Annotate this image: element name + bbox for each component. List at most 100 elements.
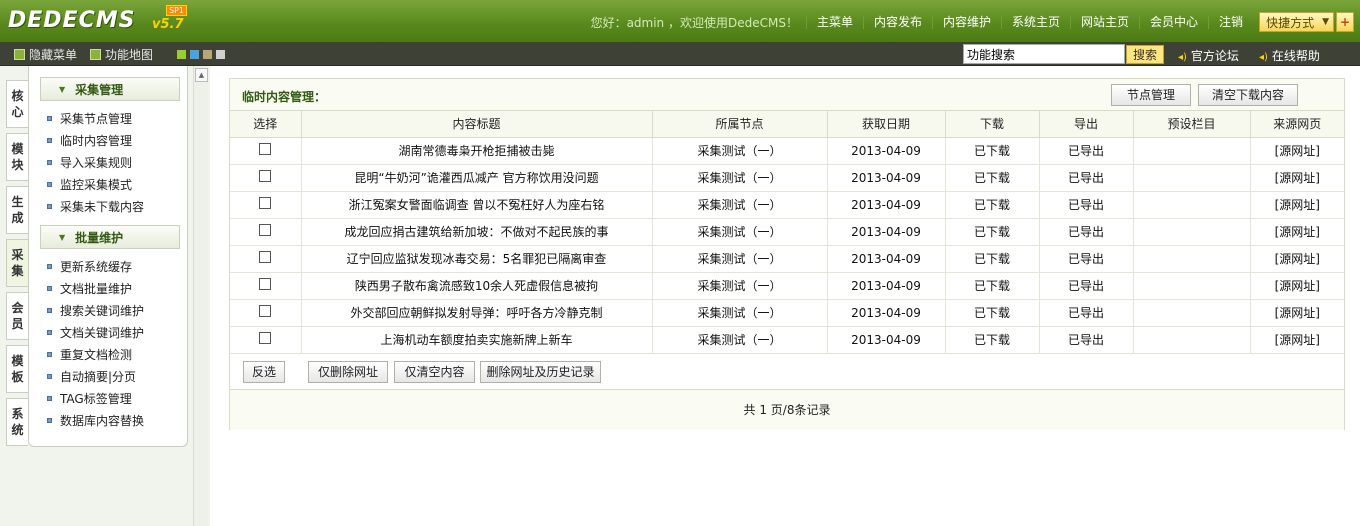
sidebar-item-search-keywords[interactable]: 搜索关键词维护 bbox=[47, 299, 187, 321]
tab-member[interactable]: 会员 bbox=[6, 292, 28, 340]
source-link[interactable]: [源网址] bbox=[1250, 272, 1344, 300]
theme-swatch-gray[interactable] bbox=[216, 50, 225, 59]
select-cell[interactable] bbox=[230, 164, 302, 192]
sidebar-item-temp-content[interactable]: 临时内容管理 bbox=[47, 129, 187, 151]
pagination-info: 共 1 页/8条记录 bbox=[230, 389, 1344, 430]
select-cell[interactable] bbox=[230, 218, 302, 246]
date-cell: 2013-04-09 bbox=[827, 164, 946, 192]
download-status-cell: 已下载 bbox=[945, 326, 1040, 354]
select-cell[interactable] bbox=[230, 272, 302, 300]
tab-template[interactable]: 模板 bbox=[6, 345, 28, 393]
col-export: 导出 bbox=[1039, 111, 1134, 138]
delete-urls-button[interactable]: 仅删除网址 bbox=[308, 360, 388, 383]
sidebar-item-undownloaded[interactable]: 采集未下载内容 bbox=[47, 195, 187, 217]
source-link[interactable]: [源网址] bbox=[1250, 245, 1344, 273]
site-map-button[interactable]: 功能地图 bbox=[90, 46, 153, 63]
row-checkbox[interactable] bbox=[259, 143, 272, 155]
row-checkbox[interactable] bbox=[259, 170, 272, 182]
dedecms-logo: DEDECMS SP1 v5.7 bbox=[8, 5, 187, 38]
hide-menu-button[interactable]: 隐藏菜单 bbox=[14, 46, 77, 63]
source-link[interactable]: [源网址] bbox=[1250, 191, 1344, 219]
menu-group-title: 采集管理 bbox=[75, 82, 124, 97]
row-checkbox[interactable] bbox=[259, 224, 272, 236]
sidebar-item-db-replace[interactable]: 数据库内容替换 bbox=[47, 409, 187, 431]
bullet-icon bbox=[47, 159, 52, 165]
select-cell[interactable] bbox=[230, 137, 302, 165]
sidebar-item-label: 搜索关键词维护 bbox=[60, 303, 145, 318]
node-manage-button[interactable]: 节点管理 bbox=[1111, 84, 1191, 106]
nav-main-menu[interactable]: 主菜单 bbox=[805, 15, 863, 29]
menu-group-batch-maintain[interactable]: ▼ 批量维护 bbox=[40, 225, 180, 249]
sidebar-item-tag-manage[interactable]: TAG标签管理 bbox=[47, 387, 187, 409]
nav-member-center[interactable]: 会员中心 bbox=[1139, 15, 1208, 29]
function-search-input[interactable] bbox=[963, 44, 1125, 64]
category-cell bbox=[1133, 326, 1251, 354]
sidebar-item-label: 临时内容管理 bbox=[60, 133, 133, 148]
source-link[interactable]: [源网址] bbox=[1250, 299, 1344, 327]
toolbar: 隐藏菜单 功能地图 搜索 ◂)官方论坛 ◂)在线帮助 bbox=[0, 42, 1360, 66]
tab-generate[interactable]: 生成 bbox=[6, 186, 28, 234]
theme-swatch-green[interactable] bbox=[177, 50, 186, 59]
nav-content-maintain[interactable]: 内容维护 bbox=[931, 15, 1001, 29]
export-status-cell: 已导出 bbox=[1039, 272, 1134, 300]
node-cell: 采集测试（一） bbox=[652, 137, 828, 165]
col-title: 内容标题 bbox=[301, 111, 653, 138]
invert-selection-button[interactable]: 反选 bbox=[243, 360, 285, 383]
date-cell: 2013-04-09 bbox=[827, 218, 946, 246]
bullet-icon bbox=[47, 307, 52, 313]
brand-name: DEDECMS bbox=[8, 8, 136, 33]
sidebar-item-monitor-mode[interactable]: 监控采集模式 bbox=[47, 173, 187, 195]
row-checkbox[interactable] bbox=[259, 278, 272, 290]
source-link[interactable]: [源网址] bbox=[1250, 164, 1344, 192]
scroll-up-arrow-icon[interactable]: ▲ bbox=[195, 68, 208, 82]
row-checkbox[interactable] bbox=[259, 332, 272, 344]
sidebar-item-node-manage[interactable]: 采集节点管理 bbox=[47, 107, 187, 129]
select-cell[interactable] bbox=[230, 326, 302, 354]
official-forum-link[interactable]: ◂) 官方论坛 bbox=[1178, 47, 1239, 64]
node-cell: 采集测试（一） bbox=[652, 299, 828, 327]
delete-urls-history-button[interactable]: 删除网址及历史记录 bbox=[480, 360, 601, 383]
export-status-cell: 已导出 bbox=[1039, 137, 1134, 165]
theme-swatch-blue[interactable] bbox=[190, 50, 199, 59]
menu-group-collect-manage[interactable]: ▼ 采集管理 bbox=[40, 77, 180, 101]
select-cell[interactable] bbox=[230, 299, 302, 327]
sidebar-item-doc-keywords[interactable]: 文档关键词维护 bbox=[47, 321, 187, 343]
nav-logout[interactable]: 注销 bbox=[1208, 15, 1253, 29]
sidebar-item-label: 文档批量维护 bbox=[60, 281, 133, 296]
sidebar-item-update-cache[interactable]: 更新系统缓存 bbox=[47, 255, 187, 277]
source-link[interactable]: [源网址] bbox=[1250, 326, 1344, 354]
clear-downloads-button[interactable]: 清空下载内容 bbox=[1198, 84, 1298, 106]
select-cell[interactable] bbox=[230, 191, 302, 219]
download-status-cell: 已下载 bbox=[945, 245, 1040, 273]
quick-menu-button[interactable]: 快捷方式 ▼ bbox=[1259, 12, 1334, 32]
nav-site-home[interactable]: 网站主页 bbox=[1070, 15, 1139, 29]
theme-swatch-brown[interactable] bbox=[203, 50, 212, 59]
search-button[interactable]: 搜索 bbox=[1126, 45, 1164, 64]
sidebar-item-doc-batch[interactable]: 文档批量维护 bbox=[47, 277, 187, 299]
row-checkbox[interactable] bbox=[259, 305, 272, 317]
online-help-link[interactable]: ◂) 在线帮助 bbox=[1259, 47, 1320, 64]
tab-module[interactable]: 模块 bbox=[6, 133, 28, 181]
sidebar-item-auto-summary[interactable]: 自动摘要|分页 bbox=[47, 365, 187, 387]
tab-system[interactable]: 系统 bbox=[6, 398, 28, 446]
add-shortcut-button[interactable]: + bbox=[1336, 12, 1354, 32]
tab-collect[interactable]: 采集 bbox=[6, 239, 28, 287]
source-link[interactable]: [源网址] bbox=[1250, 137, 1344, 165]
row-checkbox[interactable] bbox=[259, 251, 272, 263]
source-link[interactable]: [源网址] bbox=[1250, 218, 1344, 246]
sidebar-item-import-rules[interactable]: 导入采集规则 bbox=[47, 151, 187, 173]
clear-content-button[interactable]: 仅清空内容 bbox=[394, 360, 475, 383]
tab-core[interactable]: 核心 bbox=[6, 80, 28, 128]
sidebar-item-duplicate-check[interactable]: 重复文档检测 bbox=[47, 343, 187, 365]
sidebar-scrollbar[interactable]: ▲ bbox=[193, 66, 208, 526]
category-cell bbox=[1133, 191, 1251, 219]
date-cell: 2013-04-09 bbox=[827, 191, 946, 219]
row-checkbox[interactable] bbox=[259, 197, 272, 209]
select-cell[interactable] bbox=[230, 245, 302, 273]
speaker-icon: ◂) bbox=[1259, 52, 1268, 63]
nav-system-home[interactable]: 系统主页 bbox=[1001, 15, 1070, 29]
download-status-cell: 已下载 bbox=[945, 164, 1040, 192]
nav-content-publish[interactable]: 内容发布 bbox=[862, 15, 932, 29]
menu-list-collect: 采集节点管理 临时内容管理 导入采集规则 监控采集模式 采集未下载内容 bbox=[47, 107, 187, 217]
col-select: 选择 bbox=[230, 111, 302, 138]
